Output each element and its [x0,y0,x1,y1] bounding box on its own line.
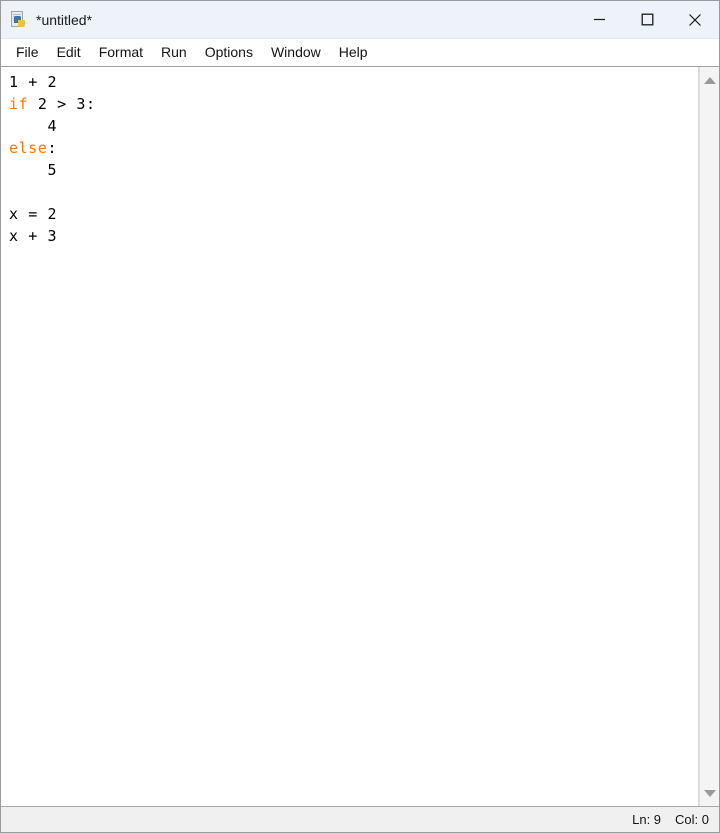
line-indicator: Ln: 9 [632,812,662,827]
menu-item-run[interactable]: Run [152,42,196,63]
status-bar: Ln: 9 Col: 0 [1,806,719,832]
maximize-icon [641,13,653,26]
menu-bar: File Edit Format Run Options Window Help [1,39,719,66]
code-token: 5 [9,161,58,179]
menu-item-help[interactable]: Help [330,42,377,63]
menu-item-edit[interactable]: Edit [48,42,90,63]
close-button[interactable] [671,1,719,38]
minimize-button[interactable] [575,1,623,38]
code-token: x = 2 [9,205,58,223]
code-token: x + 3 [9,227,58,245]
vertical-scrollbar[interactable] [699,67,719,806]
menu-item-file[interactable]: File [7,42,48,63]
close-icon [689,13,701,26]
title-bar: *untitled* [1,1,719,39]
code-text[interactable]: 1 + 2 if 2 > 3: 4 else: 5 x = 2 x + 3 [1,67,698,247]
code-keyword: if [9,95,29,113]
code-token: 2 > 3: [28,95,96,113]
scrollbar-track[interactable] [700,89,720,784]
code-editor[interactable]: 1 + 2 if 2 > 3: 4 else: 5 x = 2 x + 3 [1,67,699,806]
scroll-up-arrow[interactable] [700,71,720,89]
code-token: 1 + 2 [9,73,58,91]
column-indicator: Col: 0 [675,812,709,827]
window-title: *untitled* [36,11,93,28]
python-file-icon [10,11,27,28]
idle-editor-window: *untitled* File Edit Format Run Options … [0,0,720,833]
code-token: : [47,139,58,157]
window-controls [575,1,719,38]
code-keyword: else [9,139,48,157]
scroll-down-arrow[interactable] [700,784,720,802]
menu-item-format[interactable]: Format [90,42,152,63]
menu-item-window[interactable]: Window [262,42,330,63]
menu-item-options[interactable]: Options [196,42,262,63]
maximize-button[interactable] [623,1,671,38]
minimize-icon [593,18,605,21]
editor-area: 1 + 2 if 2 > 3: 4 else: 5 x = 2 x + 3 [1,66,719,806]
code-token: 4 [9,117,58,135]
title-bar-left: *untitled* [1,11,92,28]
